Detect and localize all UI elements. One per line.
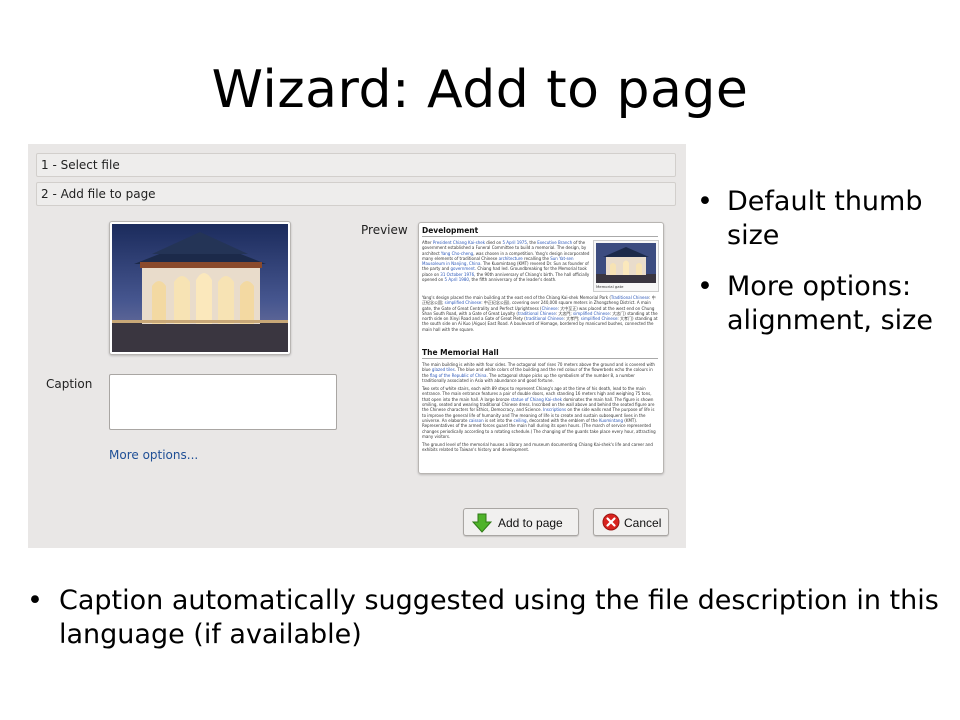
cancel-button[interactable]: Cancel <box>593 508 669 536</box>
preview-link[interactable]: simplified Chinese <box>581 316 618 321</box>
slide-title: Wizard: Add to page <box>211 60 749 120</box>
preview-paragraph-1: After President Chiang Kai-shek died on … <box>422 240 590 282</box>
preview-link[interactable]: ceiling <box>514 418 527 423</box>
bullet-text: More options: alignment, size <box>727 271 933 336</box>
preview-link[interactable]: glazed tiles <box>432 367 455 372</box>
preview-text-run: , decorated with the emblem of the <box>526 417 599 423</box>
add-to-page-button[interactable]: Add to page <box>463 508 579 536</box>
preview-text-run: is set into the <box>483 417 514 423</box>
step-add-file-to-page[interactable]: 2 - Add file to page <box>36 182 676 206</box>
preview-heading-development: Development <box>422 226 658 237</box>
caption-label: Caption <box>46 377 93 391</box>
preview-figure: Memorial gate <box>593 240 659 292</box>
preview-link[interactable]: traditional Chinese <box>526 316 564 321</box>
preview-text-run: , the fifth anniversary of the leader's … <box>468 277 557 283</box>
preview-paragraph-5: The ground level of the memorial houses … <box>422 442 658 453</box>
bullet-default-thumb-size: • Default thumb size <box>697 185 957 253</box>
green-down-arrow-icon <box>471 513 493 536</box>
bullet-text: Default thumb size <box>727 186 923 251</box>
bottom-bullet: • Caption automatically suggested using … <box>27 584 947 652</box>
preview-text-run: After <box>422 240 433 245</box>
add-to-page-label: Add to page <box>498 516 563 530</box>
preview-link[interactable]: 5 April 1975 <box>502 240 526 245</box>
preview-link[interactable]: Yang Cho-cheng <box>441 251 473 256</box>
preview-link[interactable]: statue of Chiang Kai-shek <box>511 397 562 402</box>
preview-link[interactable]: flag of the Republic of China <box>430 373 487 378</box>
cancel-label: Cancel <box>624 516 662 530</box>
wizard-dialog-screenshot: 1 - Select file 2 - Add file to page Cap… <box>28 144 686 548</box>
preview-link[interactable]: Chinese <box>542 306 558 311</box>
bullet-dot: • <box>697 186 713 217</box>
preview-link[interactable]: Kuomintang <box>599 418 623 423</box>
preview-body-section-2: The main building is white with four sid… <box>422 362 658 453</box>
preview-link[interactable]: caisson <box>469 418 484 423</box>
preview-link[interactable]: Inscriptions <box>543 407 566 412</box>
thumbnail-image <box>109 221 291 355</box>
preview-pane[interactable]: Development After President Chiang Kai-s… <box>418 222 664 474</box>
preview-text-run: : 大孝門; <box>563 316 581 322</box>
preview-paragraph-2: Yang's design placed the main building a… <box>422 295 658 332</box>
preview-heading-memorial-hall: The Memorial Hall <box>422 348 658 359</box>
preview-text-run: died on <box>485 240 503 245</box>
preview-text-run: recalling the <box>522 255 551 261</box>
bullet-text: Caption automatically suggested using th… <box>59 585 939 650</box>
bullet-dot: • <box>697 271 713 302</box>
bullet-dot: • <box>27 585 43 616</box>
preview-link[interactable]: President Chiang Kai-shek <box>433 240 485 245</box>
preview-link[interactable]: 31 October 1976 <box>440 272 474 277</box>
preview-link[interactable]: 5 April 1980 <box>445 277 469 282</box>
right-bullet-list: • Default thumb size • More options: ali… <box>697 185 957 355</box>
preview-paragraph-4: Two sets of white stairs, each with 89 s… <box>422 386 658 439</box>
preview-link[interactable]: government <box>450 266 474 271</box>
more-options-link[interactable]: More options... <box>109 448 198 462</box>
preview-text-run: The ground level of the memorial houses … <box>422 442 653 453</box>
preview-link[interactable]: architecture <box>499 256 523 261</box>
bullet-more-options: • More options: alignment, size <box>697 270 957 338</box>
preview-text-run: , the <box>526 240 538 245</box>
caption-input[interactable] <box>109 374 337 430</box>
preview-paragraph-3: The main building is white with four sid… <box>422 362 658 383</box>
preview-link[interactable]: simplified Chinese <box>445 300 482 305</box>
preview-link[interactable]: Executive Branch <box>537 240 572 245</box>
step-select-file[interactable]: 1 - Select file <box>36 153 676 177</box>
preview-label: Preview <box>361 223 408 237</box>
preview-figure-caption: Memorial gate <box>596 284 624 289</box>
red-cancel-icon <box>602 513 620 534</box>
